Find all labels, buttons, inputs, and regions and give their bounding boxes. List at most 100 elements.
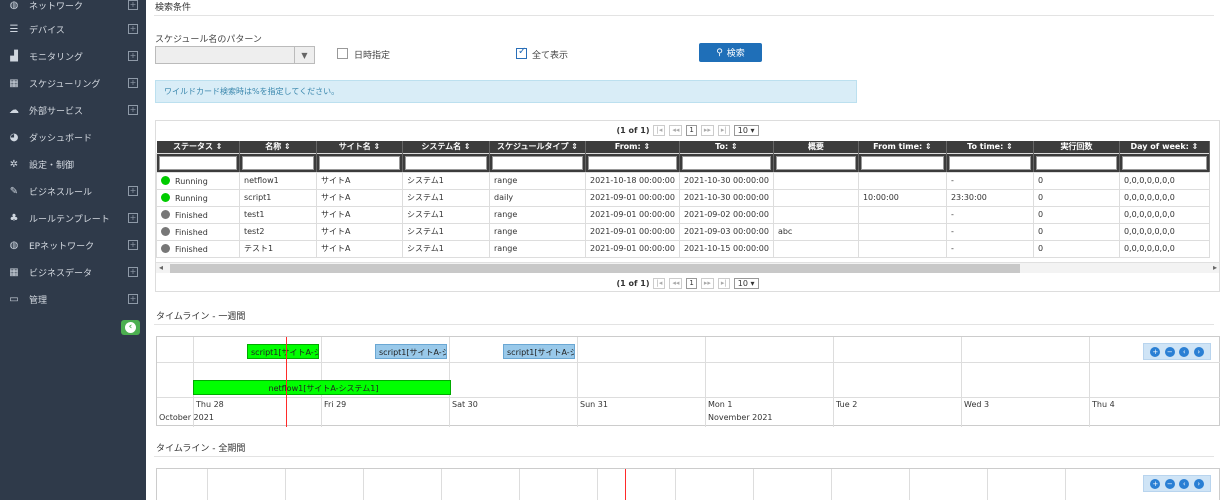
sidebar-item-label: ダッシュボード — [29, 134, 93, 144]
filter-input[interactable] — [156, 152, 240, 173]
filter-input[interactable] — [585, 152, 680, 173]
sidebar-item-external-services[interactable]: ☁ 外部サービス + — [0, 97, 146, 124]
pager-status: (1 of 1) — [616, 279, 650, 288]
table-cell-to-time: - — [945, 171, 1034, 190]
table-cell-from: 2021-10-18 00:00:00 — [585, 171, 680, 190]
table-row[interactable]: Finished test2 サイトA システム1 range 2021-09-01 00… — [156, 222, 1210, 241]
table-row[interactable]: Finished test1 サイトA システム1 range 2021-09-01 00… — [156, 205, 1210, 224]
table-cell-status: Finished — [156, 205, 240, 224]
table-row[interactable]: Running script1 サイトA システム1 daily 2021-09-01 0… — [156, 188, 1210, 207]
table-row[interactable]: Running netflow1 サイトA システム1 range 2021-10-18 … — [156, 171, 1210, 190]
expand-icon[interactable]: + — [128, 51, 138, 61]
table-cell-type: range — [489, 205, 586, 224]
sidebar-item-dashboard[interactable]: ◕ ダッシュボード — [0, 124, 146, 151]
sidebar-item-settings[interactable]: ✲ 設定・制御 — [0, 151, 146, 178]
timeline-item[interactable]: script1[サイトA-シ — [503, 344, 575, 359]
expand-icon[interactable]: + — [128, 78, 138, 88]
date-checkbox[interactable] — [337, 48, 348, 59]
sidebar-item-business-data[interactable]: ▦ ビジネスデータ + — [0, 259, 146, 286]
expand-icon[interactable]: + — [128, 240, 138, 250]
table-cell-site: サイトA — [316, 171, 403, 190]
filter-input[interactable] — [1032, 152, 1120, 173]
expand-icon[interactable]: + — [128, 186, 138, 196]
sidebar-item-ep-network[interactable]: ◍ EPネットワーク + — [0, 232, 146, 259]
scrollbar-thumb[interactable] — [170, 264, 1020, 273]
filter-input[interactable] — [316, 152, 403, 173]
zoom-out-icon[interactable]: − — [1164, 478, 1175, 489]
column-header[interactable]: スケジュールタイプ ⇕ — [489, 141, 586, 153]
column-header[interactable]: 実行回数 — [1033, 141, 1120, 153]
sidebar-item-label: 外部サービス — [29, 107, 84, 117]
column-header[interactable]: 名称 ⇕ — [239, 141, 317, 153]
page-number-button[interactable]: 1 — [686, 278, 697, 289]
column-header[interactable]: From time: ⇕ — [858, 141, 947, 153]
pattern-input[interactable]: ▼ — [155, 46, 315, 64]
move-right-icon[interactable]: › — [1193, 478, 1204, 489]
sidebar-item-device[interactable]: ☰ デバイス + — [0, 16, 146, 43]
filter-input[interactable] — [1118, 152, 1210, 173]
divider — [154, 324, 1214, 325]
first-page-button[interactable]: |◂ — [653, 125, 666, 136]
table-cell-system: システム1 — [402, 222, 490, 241]
filter-icon[interactable]: ▼ — [294, 47, 314, 63]
column-header[interactable]: サイト名 ⇕ — [316, 141, 403, 153]
next-page-button[interactable]: ▸▸ — [700, 125, 714, 136]
move-left-icon[interactable]: ‹ — [1179, 346, 1190, 357]
scroll-left-icon[interactable]: ◂ — [159, 263, 163, 272]
timeline-item[interactable]: script1[サイトA-シ — [247, 344, 319, 359]
chart-icon: ▟ — [10, 51, 18, 62]
filter-input[interactable] — [772, 152, 859, 173]
next-page-button[interactable]: ▸▸ — [700, 278, 714, 289]
horizontal-scrollbar[interactable]: ◂ ▸ — [156, 262, 1219, 273]
column-header[interactable]: 概要 — [773, 141, 859, 153]
last-page-button[interactable]: ▸| — [717, 278, 730, 289]
rows-per-page-select[interactable]: 10 ▾ — [733, 125, 759, 136]
filter-input[interactable] — [857, 152, 947, 173]
rows-per-page-select[interactable]: 10 ▾ — [733, 278, 759, 289]
prev-page-button[interactable]: ◂◂ — [669, 278, 683, 289]
page-number-button[interactable]: 1 — [686, 125, 697, 136]
expand-icon[interactable]: + — [128, 294, 138, 304]
first-page-button[interactable]: |◂ — [653, 278, 666, 289]
prev-page-button[interactable]: ◂◂ — [669, 125, 683, 136]
period-column — [441, 469, 442, 500]
timeline-item[interactable]: script1[サイトA-シ — [375, 344, 447, 359]
column-header[interactable]: システム名 ⇕ — [402, 141, 490, 153]
sidebar-collapse-button[interactable]: ‹ — [121, 320, 140, 335]
table-row[interactable]: Finished テスト1 サイトA システム1 range 2021-09-01 00:… — [156, 239, 1210, 258]
filter-input[interactable] — [678, 152, 774, 173]
filter-input[interactable] — [489, 152, 586, 173]
day-label: Thu 4 — [1092, 400, 1115, 409]
sidebar-item-monitoring[interactable]: ▟ モニタリング + — [0, 43, 146, 70]
table-cell-to-time: - — [945, 239, 1034, 258]
sidebar-item-admin[interactable]: ▭ 管理 + — [0, 286, 146, 313]
show-all-checkbox[interactable] — [516, 46, 527, 59]
sidebar-item-rule-templates[interactable]: ♣ ルールテンプレート + — [0, 205, 146, 232]
column-header[interactable]: From: ⇕ — [585, 141, 680, 153]
expand-icon[interactable]: + — [128, 105, 138, 115]
scroll-right-icon[interactable]: ▸ — [1213, 263, 1217, 272]
move-left-icon[interactable]: ‹ — [1179, 478, 1190, 489]
timeline-item[interactable]: netflow1[サイトA-システム1] — [193, 380, 451, 395]
filter-input[interactable] — [402, 152, 490, 173]
server-icon: ☰ — [9, 24, 19, 35]
move-right-icon[interactable]: › — [1193, 346, 1204, 357]
filter-input[interactable] — [239, 152, 317, 173]
expand-icon[interactable]: + — [128, 24, 138, 34]
column-header[interactable]: ステータス ⇕ — [156, 141, 240, 153]
column-header[interactable]: To: ⇕ — [679, 141, 774, 153]
column-header[interactable]: Day of week: ⇕ — [1119, 141, 1210, 153]
filter-input[interactable] — [945, 152, 1034, 173]
zoom-in-icon[interactable]: + — [1150, 346, 1161, 357]
column-header[interactable]: To time: ⇕ — [946, 141, 1034, 153]
zoom-in-icon[interactable]: + — [1150, 478, 1161, 489]
expand-icon[interactable]: + — [128, 0, 138, 10]
expand-icon[interactable]: + — [128, 213, 138, 223]
zoom-out-icon[interactable]: − — [1164, 346, 1175, 357]
timeline-zoom-controls: + − ‹ › — [1143, 475, 1211, 492]
sidebar-item-business-rules[interactable]: ✎ ビジネスルール + — [0, 178, 146, 205]
expand-icon[interactable]: + — [128, 267, 138, 277]
search-button[interactable]: ⚲ 検索 — [699, 43, 762, 62]
sidebar-item-scheduling[interactable]: ▦ スケジューリング + — [0, 70, 146, 97]
last-page-button[interactable]: ▸| — [717, 125, 730, 136]
